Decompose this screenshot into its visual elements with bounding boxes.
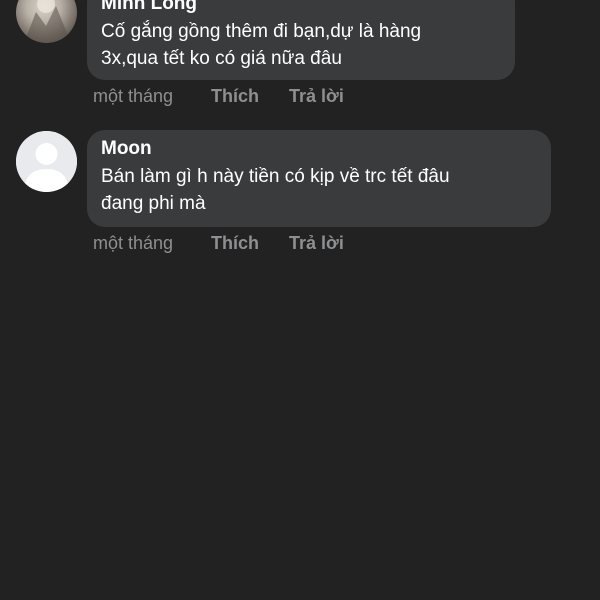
empty-area <box>0 270 600 600</box>
profile-photo-icon <box>24 0 71 43</box>
default-profile-icon <box>16 131 77 192</box>
comment-bubble[interactable]: Moon Bán làm gì h này tiền có kịp về trc… <box>87 130 551 227</box>
comment-bubble[interactable]: Minh Long Cố gắng gồng thêm đi bạn,dự là… <box>87 0 515 80</box>
comment-time[interactable]: một tháng <box>93 86 211 107</box>
comment-thread: Minh Long Cố gắng gồng thêm đi bạn,dự là… <box>0 0 600 600</box>
avatar[interactable] <box>16 0 77 43</box>
comment-actions: một tháng Thích Trả lời <box>93 231 344 255</box>
comment-author[interactable]: Minh Long <box>101 0 501 15</box>
comment-actions: một tháng Thích Trả lời <box>93 84 344 108</box>
comment-time[interactable]: một tháng <box>93 233 211 254</box>
avatar[interactable] <box>16 131 77 192</box>
reply-button[interactable]: Trả lời <box>289 233 344 254</box>
comment-author[interactable]: Moon <box>101 138 537 160</box>
like-button[interactable]: Thích <box>211 86 289 107</box>
comment-text: Cố gắng gồng thêm đi bạn,dự là hàng 3x,q… <box>101 21 422 69</box>
comment-item: Minh Long Cố gắng gồng thêm đi bạn,dự là… <box>0 0 600 115</box>
comment-text: Bán làm gì h này tiền có kịp về trc tết … <box>101 166 450 214</box>
like-button[interactable]: Thích <box>211 233 289 254</box>
reply-button[interactable]: Trả lời <box>289 86 344 107</box>
comment-item: Moon Bán làm gì h này tiền có kịp về trc… <box>0 130 600 260</box>
